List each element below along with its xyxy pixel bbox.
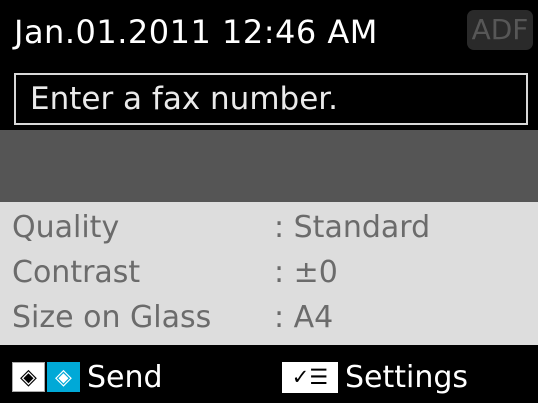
adf-indicator: ADF	[467, 10, 533, 50]
date-time: Jan.01.2011 12:46 AM	[14, 13, 378, 51]
settings-panel: Quality : Standard Contrast : ±0 Size on…	[0, 202, 538, 345]
quality-row: Quality : Standard	[0, 205, 538, 250]
send-label: Send	[87, 359, 163, 395]
settings-button[interactable]: ✓☰ Settings	[282, 357, 468, 397]
quality-value: : Standard	[274, 210, 431, 245]
settings-label: Settings	[345, 359, 469, 395]
diamond-icon: ◈	[12, 362, 45, 392]
contrast-label: Contrast	[12, 255, 141, 290]
size-on-glass-label: Size on Glass	[12, 300, 212, 335]
contrast-value: : ±0	[274, 255, 338, 290]
gray-band	[0, 130, 538, 202]
contrast-row: Contrast : ±0	[0, 250, 538, 295]
fax-screen: Jan.01.2011 12:46 AM ADF Enter a fax num…	[0, 0, 538, 403]
fax-number-input[interactable]: Enter a fax number.	[14, 73, 528, 125]
quality-label: Quality	[12, 210, 120, 245]
size-on-glass-row: Size on Glass : A4	[0, 295, 538, 340]
settings-menu-icon: ✓☰	[282, 361, 338, 393]
status-bar: Jan.01.2011 12:46 AM ADF	[0, 0, 538, 66]
send-button[interactable]: ◈ ◈ Send	[12, 357, 163, 397]
diamond-icon: ◈	[47, 362, 80, 392]
size-on-glass-value: : A4	[274, 300, 334, 335]
